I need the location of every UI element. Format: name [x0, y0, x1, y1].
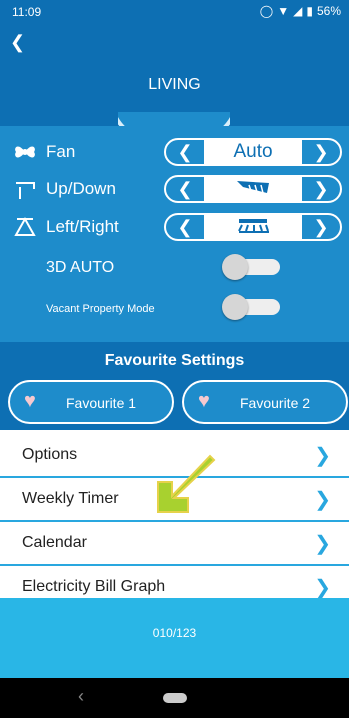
fan-icon — [12, 140, 38, 164]
updown-prev-button[interactable]: ❮ — [166, 177, 206, 201]
pointer-arrow-icon — [157, 454, 216, 513]
favourite-title: Favourite Settings — [104, 352, 245, 369]
menu-item-calendar[interactable]: Calendar ❯ — [0, 522, 349, 566]
updown-next-button[interactable]: ❯ — [300, 177, 340, 201]
leftright-prev-button[interactable]: ❮ — [166, 215, 206, 239]
updown-value — [204, 177, 302, 201]
control-panel: Fan ❮ Auto ❯ Up/Down ❮ ❯ Left/Right ❮ ❯ … — [0, 126, 349, 342]
auto3d-toggle-knob — [222, 254, 248, 280]
menu-item-label: Electricity Bill Graph — [22, 578, 166, 595]
heart-icon: ♥ — [24, 390, 36, 412]
leftright-value — [204, 215, 302, 239]
leftright-next-button[interactable]: ❯ — [300, 215, 340, 239]
favourite-2-button[interactable]: ♥ Favourite 2 — [182, 380, 348, 424]
fan-next-button[interactable]: ❯ — [300, 140, 340, 164]
page-title: LIVING — [148, 76, 201, 93]
battery-level: 56% — [316, 4, 341, 18]
back-button[interactable]: ❮ — [10, 32, 25, 53]
favourite-settings: Favourite Settings ♥ Favourite 1 ♥ Favou… — [0, 342, 349, 430]
favourite-1-label: Favourite 1 — [66, 395, 137, 411]
status-time: 11:09 — [12, 5, 42, 19]
vacant-label: Vacant Property Mode — [46, 303, 155, 315]
chevron-right-icon: ❯ — [314, 445, 331, 467]
fan-value: Auto — [204, 140, 302, 164]
signal-icon: ◢ — [293, 4, 303, 18]
chevron-right-icon: ❯ — [314, 533, 331, 555]
auto3d-toggle[interactable] — [222, 254, 282, 280]
heart-icon: ♥ — [198, 390, 210, 412]
vane-swing-icon — [237, 181, 269, 194]
fan-prev-button[interactable]: ❮ — [166, 140, 206, 164]
leftright-row: Left/Right ❮ ❯ — [0, 210, 349, 244]
favourite-2-label: Favourite 2 — [240, 395, 311, 411]
leftright-icon — [12, 215, 38, 239]
page-counter: 010/123 — [152, 626, 197, 640]
vane-wide-icon — [238, 219, 269, 233]
wifi-icon: ▼ — [277, 4, 290, 18]
updown-selector: ❮ ❯ — [164, 175, 342, 203]
updown-row: Up/Down ❮ ❯ — [0, 172, 349, 206]
menu-item-label: Calendar — [22, 534, 87, 551]
chevron-right-icon: ❯ — [314, 577, 331, 599]
updown-label: Up/Down — [46, 179, 116, 198]
vibrate-icon: ◯ — [259, 4, 274, 18]
updown-icon — [12, 177, 38, 201]
fan-selector: ❮ Auto ❯ — [164, 138, 342, 166]
vacant-toggle-knob — [222, 294, 248, 320]
nav-home-button[interactable] — [163, 693, 187, 703]
vacant-toggle[interactable] — [222, 294, 282, 320]
favourite-1-button[interactable]: ♥ Favourite 1 — [8, 380, 174, 424]
nav-back-button[interactable]: ‹ — [78, 686, 84, 707]
chevron-right-icon: ❯ — [314, 489, 331, 511]
app-header: ❮ LIVING — [0, 24, 349, 148]
battery-icon: ▮ — [306, 4, 313, 18]
status-icons: ◯ ▼ ◢ ▮ 56% — [260, 4, 341, 18]
fan-label: Fan — [46, 142, 76, 161]
leftright-selector: ❮ ❯ — [164, 213, 342, 241]
system-nav-bar: ‹ — [0, 678, 349, 718]
menu-item-label: Options — [22, 446, 78, 463]
menu-item-label: Weekly Timer — [22, 490, 119, 507]
status-bar: 11:09 ◯ ▼ ◢ ▮ 56% — [0, 0, 349, 24]
leftright-label: Left/Right — [46, 217, 119, 236]
fan-row: Fan ❮ Auto ❯ — [0, 135, 349, 169]
auto3d-label: 3D AUTO — [46, 259, 115, 276]
footer: 010/123 — [0, 598, 349, 678]
